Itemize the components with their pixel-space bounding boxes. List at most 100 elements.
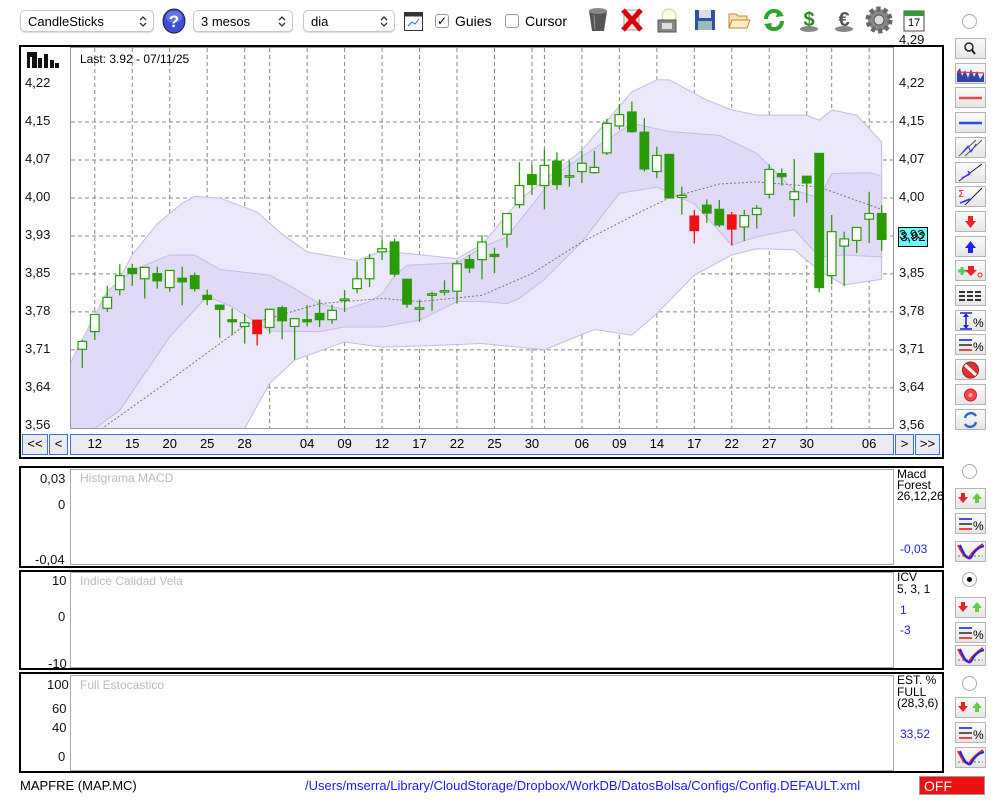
icv-ytick: 0 [58, 609, 66, 624]
candle-body [364, 257, 375, 280]
date-tick-label: 09 [337, 436, 352, 451]
y-tick-label-left: 3,78 [25, 302, 51, 318]
candle-body [489, 253, 500, 258]
candle-body [689, 215, 700, 232]
sell-arrow-icon [965, 215, 976, 228]
sell-buy-arrows-icon [958, 602, 982, 612]
lines-percent-button[interactable]: % [955, 334, 986, 356]
candle-body [614, 113, 625, 127]
sell-buy-arrows-icon [958, 702, 982, 712]
date-tick-label: 17 [687, 436, 702, 451]
candle-body [452, 263, 462, 292]
candle-body [252, 319, 263, 335]
candle-body [239, 322, 250, 328]
y-tick-label-right: 4,29 [899, 32, 925, 47]
lines-percent-icon: % [959, 627, 984, 642]
add-signal-button[interactable] [955, 260, 986, 282]
no-entry-button[interactable] [955, 359, 986, 381]
macd-oscillator-curve-button[interactable] [955, 541, 986, 562]
stochastic-lines-percent-button[interactable]: % [955, 722, 986, 743]
icv-sell-buy-arrows-button[interactable] [955, 597, 986, 618]
macd-lines-percent-button[interactable]: % [955, 513, 986, 534]
mini-chart-button[interactable] [955, 62, 986, 84]
candle-body [339, 298, 350, 302]
candle-body [851, 226, 862, 242]
svg-text:%: % [973, 340, 984, 354]
nav-last-button[interactable]: >> [915, 434, 940, 455]
candle-body [139, 266, 150, 280]
svg-text:Σ: Σ [958, 189, 964, 200]
sell-arrow-button[interactable] [955, 210, 986, 232]
candle-body [327, 309, 337, 321]
date-tick-label: 30 [799, 436, 814, 451]
search-icon [964, 42, 976, 55]
trendline-icon [958, 163, 983, 181]
macd-sell-buy-arrows-button[interactable] [955, 488, 986, 509]
status-off-indicator[interactable]: OFF [919, 776, 985, 795]
candle-body [464, 259, 475, 269]
candle-body [277, 307, 288, 322]
icv-params: 5, 3, 1 [897, 582, 931, 596]
candle-body [514, 184, 525, 206]
svg-text:%: % [973, 519, 984, 533]
dashes-button[interactable] [955, 285, 986, 306]
candle-body [427, 293, 437, 296]
candle-body [214, 304, 225, 310]
stochastic-sell-buy-arrows-button[interactable] [955, 697, 986, 718]
blue-line-button[interactable] [955, 112, 986, 134]
nav-prev-button[interactable]: < [49, 434, 68, 455]
stochastic-params: (28,3,6) [897, 696, 939, 710]
date-tick-label: 20 [162, 436, 177, 451]
candle-body [502, 212, 512, 235]
candle-body [177, 277, 188, 283]
candle-body [726, 214, 737, 230]
candle-body [601, 122, 612, 154]
oscillator-curve-icon [957, 543, 985, 560]
y-tick-label-right: 4,00 [899, 188, 925, 204]
oscillator-curve-icon [957, 647, 985, 664]
candle-body [626, 111, 637, 133]
stochastic-oscillator-curve-button[interactable] [955, 747, 986, 768]
trendline-button[interactable] [955, 161, 986, 183]
channel-button[interactable] [955, 136, 986, 158]
candle-body [527, 174, 537, 186]
macd-panel-radio[interactable] [962, 464, 977, 479]
stochastic-panel-radio[interactable] [962, 676, 977, 691]
icv-panel-radio[interactable] [962, 572, 977, 587]
y-tick-label-right: 3,56 [899, 416, 925, 432]
date-tick-label: 27 [762, 436, 777, 451]
y-tick-label-left: 3,85 [25, 264, 51, 280]
y-tick-label-left: 4,07 [25, 150, 51, 166]
stochastic-ytick: 60 [52, 701, 67, 716]
nav-next-button[interactable]: > [895, 434, 914, 455]
config-path-link[interactable]: /Users/mserra/Library/CloudStorage/Dropb… [305, 778, 860, 793]
range-percent-button[interactable]: % [955, 309, 986, 331]
candle-body [152, 272, 163, 282]
icv-lines-percent-button[interactable]: % [955, 622, 986, 643]
nav-first-button[interactable]: << [22, 434, 48, 455]
icv-plot-area [70, 572, 894, 668]
candle-body [377, 248, 387, 253]
add-signal-icon [958, 266, 983, 278]
y-tick-label-left: 3,64 [25, 378, 51, 394]
y-tick-label-right: 3,78 [899, 302, 925, 318]
sigma-trendline-icon: Σ [958, 187, 983, 206]
candle-body [189, 275, 200, 290]
search-button[interactable] [955, 38, 986, 59]
date-tick-label: 06 [574, 436, 590, 451]
candle-body [314, 312, 325, 321]
sigma-trendline-button[interactable]: Σ [955, 186, 986, 208]
icv-oscillator-curve-button[interactable] [955, 645, 986, 666]
no-entry-icon [962, 361, 979, 379]
macd-value: -0,03 [900, 542, 928, 556]
record-button[interactable] [955, 383, 986, 405]
red-line-button[interactable] [955, 87, 986, 109]
candle-body [714, 208, 725, 226]
candle-body [739, 214, 750, 228]
swap-button[interactable] [955, 408, 986, 430]
candle-body [839, 238, 850, 247]
lines-percent-icon: % [959, 727, 984, 742]
buy-arrow-button[interactable] [955, 235, 986, 257]
candle-body [164, 269, 175, 289]
macd-watermark: Histgrama MACD [80, 471, 174, 485]
